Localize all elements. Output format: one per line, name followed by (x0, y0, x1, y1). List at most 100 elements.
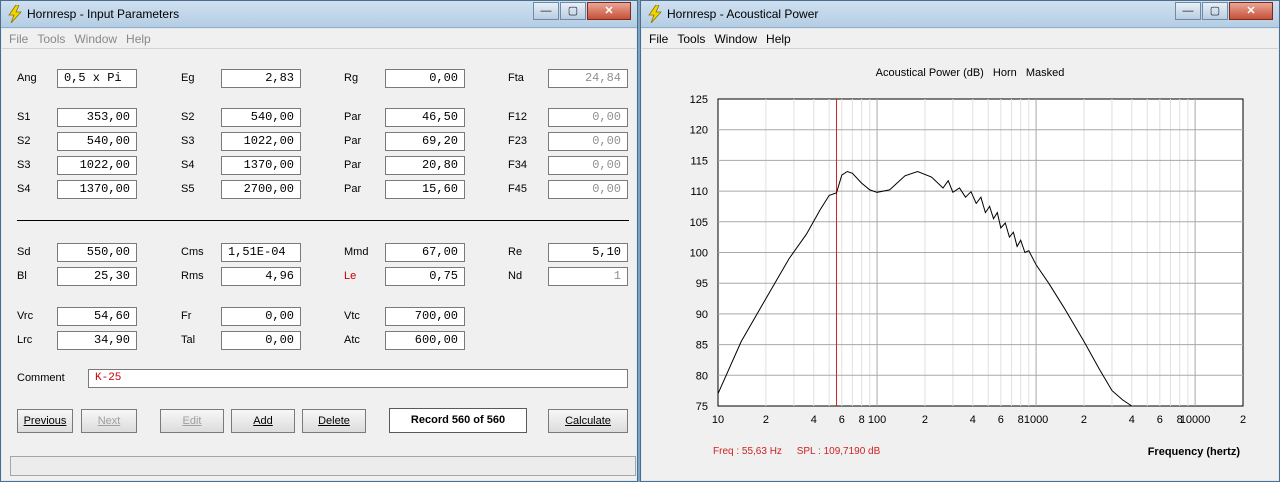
add-button[interactable]: Add (231, 409, 295, 433)
y-tick-label: 110 (690, 186, 708, 198)
param-field-f12[interactable]: 0,00 (548, 108, 628, 127)
menu-window[interactable]: Window (74, 32, 117, 46)
param-field-fr[interactable]: 0,00 (221, 307, 301, 326)
title-bar[interactable]: Hornresp - Input Parameters — ▢ ✕ (1, 1, 637, 28)
acoustical-power-window: Hornresp - Acoustical Power — ▢ ✕ File T… (640, 0, 1280, 482)
menu-help[interactable]: Help (126, 32, 151, 46)
param-label-s1: S1 (17, 111, 31, 123)
param-field-mmd[interactable]: 67,00 (385, 243, 465, 262)
next-button[interactable]: Next (81, 409, 137, 433)
x-tick-label: 100 (868, 414, 886, 426)
x-tick-label: 2 (1081, 414, 1087, 426)
param-label-sd: Sd (17, 246, 31, 258)
param-field-par[interactable]: 15,60 (385, 180, 465, 199)
delete-button[interactable]: Delete (302, 409, 366, 433)
param-field-par[interactable]: 46,50 (385, 108, 465, 127)
param-field-le[interactable]: 0,75 (385, 267, 465, 286)
menu-file[interactable]: File (9, 32, 28, 46)
x-tick-label: 4 (1129, 414, 1135, 426)
param-field-vtc[interactable]: 700,00 (385, 307, 465, 326)
param-label-f34: F34 (508, 159, 527, 171)
param-field-par[interactable]: 69,20 (385, 132, 465, 151)
param-field-fta[interactable]: 24,84 (548, 69, 628, 88)
param-field-sd[interactable]: 550,00 (57, 243, 137, 262)
maximize-button[interactable]: ▢ (1202, 2, 1228, 20)
window-title: Hornresp - Acoustical Power (667, 7, 819, 21)
param-field-cms[interactable]: 1,51E-04 (221, 243, 301, 262)
menu-tools[interactable]: Tools (37, 32, 65, 46)
param-field-s2[interactable]: 540,00 (221, 108, 301, 127)
param-label-vrc: Vrc (17, 310, 34, 322)
param-label-fta: Fta (508, 72, 524, 84)
param-field-f23[interactable]: 0,00 (548, 132, 628, 151)
acoustical-power-chart[interactable]: 125120115110105100959085807510 2 4 6 8 100 2 4 6… (642, 49, 1280, 481)
x-tick-label: 4 (970, 414, 976, 426)
param-field-s3[interactable]: 1022,00 (57, 156, 137, 175)
param-label-fr: Fr (181, 310, 192, 322)
y-tick-label: 125 (690, 94, 708, 106)
menu-window[interactable]: Window (714, 32, 757, 46)
param-label-s4: S4 (181, 159, 195, 171)
comment-field[interactable]: K-25 (88, 369, 628, 388)
y-tick-label: 85 (696, 340, 708, 352)
param-field-bl[interactable]: 25,30 (57, 267, 137, 286)
param-field-f34[interactable]: 0,00 (548, 156, 628, 175)
menu-help[interactable]: Help (766, 32, 791, 46)
param-field-re[interactable]: 5,10 (548, 243, 628, 262)
param-field-vrc[interactable]: 54,60 (57, 307, 137, 326)
param-field-eg[interactable]: 2,83 (221, 69, 301, 88)
param-field-atc[interactable]: 600,00 (385, 331, 465, 350)
spl-readout: SPL : 109,7190 dB (796, 446, 881, 457)
comment-label: Comment (17, 372, 65, 384)
param-label-f23: F23 (508, 135, 527, 147)
param-field-s5[interactable]: 2700,00 (221, 180, 301, 199)
param-label-s4: S4 (17, 183, 31, 195)
x-tick-label: 8 (859, 414, 865, 426)
param-field-rg[interactable]: 0,00 (385, 69, 465, 88)
param-label-par: Par (344, 159, 362, 171)
close-button[interactable]: ✕ (1229, 2, 1273, 20)
x-tick-label: 6 (1157, 414, 1163, 426)
param-field-s4[interactable]: 1370,00 (221, 156, 301, 175)
x-tick-label: 2 (922, 414, 928, 426)
param-field-tal[interactable]: 0,00 (221, 331, 301, 350)
param-label-cms: Cms (181, 246, 204, 258)
close-button[interactable]: ✕ (587, 2, 631, 20)
param-field-nd[interactable]: 1 (548, 267, 628, 286)
param-field-rms[interactable]: 4,96 (221, 267, 301, 286)
param-field-lrc[interactable]: 34,90 (57, 331, 137, 350)
status-bar (10, 456, 636, 476)
y-tick-label: 90 (696, 309, 708, 321)
y-tick-label: 95 (696, 278, 708, 290)
param-field-par[interactable]: 20,80 (385, 156, 465, 175)
param-field-s2[interactable]: 540,00 (57, 132, 137, 151)
maximize-button[interactable]: ▢ (560, 2, 586, 20)
y-tick-label: 120 (690, 125, 708, 137)
previous-button[interactable]: Previous (17, 409, 73, 433)
param-field-s3[interactable]: 1022,00 (221, 132, 301, 151)
param-label-tal: Tal (181, 334, 196, 346)
x-tick-label: 10000 (1180, 414, 1211, 426)
menu-file[interactable]: File (649, 32, 668, 46)
param-field-s1[interactable]: 353,00 (57, 108, 137, 127)
minimize-button[interactable]: — (1175, 2, 1201, 20)
y-tick-label: 105 (690, 217, 708, 229)
x-tick-label: 8 (1018, 414, 1024, 426)
title-bar[interactable]: Hornresp - Acoustical Power — ▢ ✕ (641, 1, 1279, 28)
x-axis-label: Frequency (hertz) (1147, 446, 1240, 458)
param-label-bl: Bl (17, 270, 27, 282)
minimize-button[interactable]: — (533, 2, 559, 20)
x-tick-label: 1000 (1024, 414, 1048, 426)
param-label-s2: S2 (17, 135, 31, 147)
menu-tools[interactable]: Tools (677, 32, 705, 46)
param-field-s4[interactable]: 1370,00 (57, 180, 137, 199)
chart-panel: Acoustical Power (dB) Horn Masked 125 120… (642, 49, 1278, 480)
calculate-button[interactable]: Calculate (548, 409, 628, 433)
edit-button[interactable]: Edit (160, 409, 224, 433)
window-title: Hornresp - Input Parameters (27, 7, 180, 21)
x-tick-label: 10 (712, 414, 724, 426)
param-label-ang: Ang (17, 72, 37, 84)
param-field-ang[interactable]: 0,5 x Pi (57, 69, 137, 88)
param-field-f45[interactable]: 0,00 (548, 180, 628, 199)
param-label-nd: Nd (508, 270, 523, 282)
